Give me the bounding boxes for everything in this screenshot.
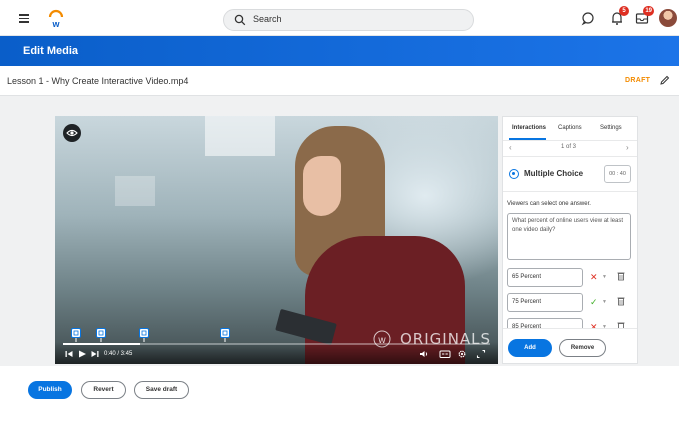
skip-back-icon[interactable] [64,349,74,359]
progress-bar[interactable] [63,343,490,345]
dropdown-caret-icon[interactable]: ▼ [602,274,607,280]
interaction-marker-icon[interactable] [220,328,231,342]
dropdown-caret-icon[interactable]: ▼ [602,299,607,305]
skip-forward-icon[interactable] [90,349,100,359]
time-display: 0:40 / 3:45 [104,351,133,357]
search-input[interactable]: Search [253,14,282,24]
tab-captions[interactable]: Captions [558,125,582,131]
answer-field[interactable]: 75 Percent [507,293,583,312]
panel-footer: Add Remove [503,328,637,363]
search-bar[interactable]: Search [223,9,474,31]
chat-icon[interactable] [579,9,597,27]
notifications-button[interactable]: 5 [608,6,629,27]
menu-icon[interactable] [19,14,29,23]
page-title: Edit Media [23,45,79,57]
panel-tabs: Interactions Captions Settings [503,117,637,141]
chevron-right-icon[interactable]: › [626,143,629,152]
correct-check-icon[interactable]: ✓ [590,297,600,307]
multiple-choice-radio[interactable] [509,169,519,179]
answer-field[interactable]: 65 Percent [507,268,583,287]
tab-interactions[interactable]: Interactions [512,125,546,131]
avatar[interactable] [659,9,677,27]
question-textarea[interactable]: What percent of online users view at lea… [507,213,631,260]
media-file-title: Lesson 1 - Why Create Interactive Video.… [7,76,189,86]
media-title-row: Lesson 1 - Why Create Interactive Video.… [0,66,679,96]
notification-badge: 5 [619,6,629,16]
instructions-text: Viewers can select one answer. [507,201,591,207]
video-player[interactable]: w ORIGINALS 0:40 / 3:45 [55,116,498,364]
interaction-marker-icon[interactable] [139,328,150,342]
incorrect-mark-icon[interactable]: ✕ [590,272,600,282]
interaction-marker-icon[interactable] [96,328,107,342]
pager-count: 1 of 3 [561,144,577,150]
tab-settings[interactable]: Settings [600,125,622,131]
interactions-panel: Interactions Captions Settings ‹ 1 of 3 … [502,116,638,364]
add-button[interactable]: Add [508,339,552,357]
progress-fill [63,343,140,345]
interaction-pager: ‹ 1 of 3 › [503,142,637,156]
visibility-toggle[interactable] [63,124,81,142]
eye-icon [66,129,78,137]
svg-text:w: w [51,19,60,28]
video-subject-face [303,156,341,216]
settings-gear-icon[interactable] [457,349,467,359]
interaction-type-label: Multiple Choice [524,169,584,178]
background-light [115,176,155,206]
top-bar: w Search 5 19 [0,0,679,36]
publish-button[interactable]: Publish [28,381,72,399]
divider [503,191,637,192]
workday-logo[interactable]: w [48,8,64,28]
remove-button[interactable]: Remove [559,339,606,357]
captions-icon[interactable] [439,349,451,359]
divider [503,156,637,157]
edit-pencil-icon[interactable] [659,75,670,86]
page-footer: Publish Revert Save draft [0,366,679,425]
page-header: Edit Media [0,36,679,66]
play-icon[interactable] [77,349,87,359]
interaction-marker-icon[interactable] [70,328,81,342]
revert-button[interactable]: Revert [81,381,126,399]
inbox-badge: 19 [643,6,654,16]
status-badge: DRAFT [625,77,651,84]
timestamp-field[interactable]: 00 : 40 [604,165,631,183]
fullscreen-icon[interactable] [476,349,486,359]
trash-icon[interactable] [617,271,625,281]
background-light [205,116,275,156]
chevron-left-icon[interactable]: ‹ [509,143,512,152]
trash-icon[interactable] [617,296,625,306]
search-icon [234,14,246,26]
inbox-button[interactable]: 19 [633,6,654,27]
save-draft-button[interactable]: Save draft [134,381,189,399]
active-tab-indicator [509,138,546,140]
volume-icon[interactable] [419,349,429,359]
